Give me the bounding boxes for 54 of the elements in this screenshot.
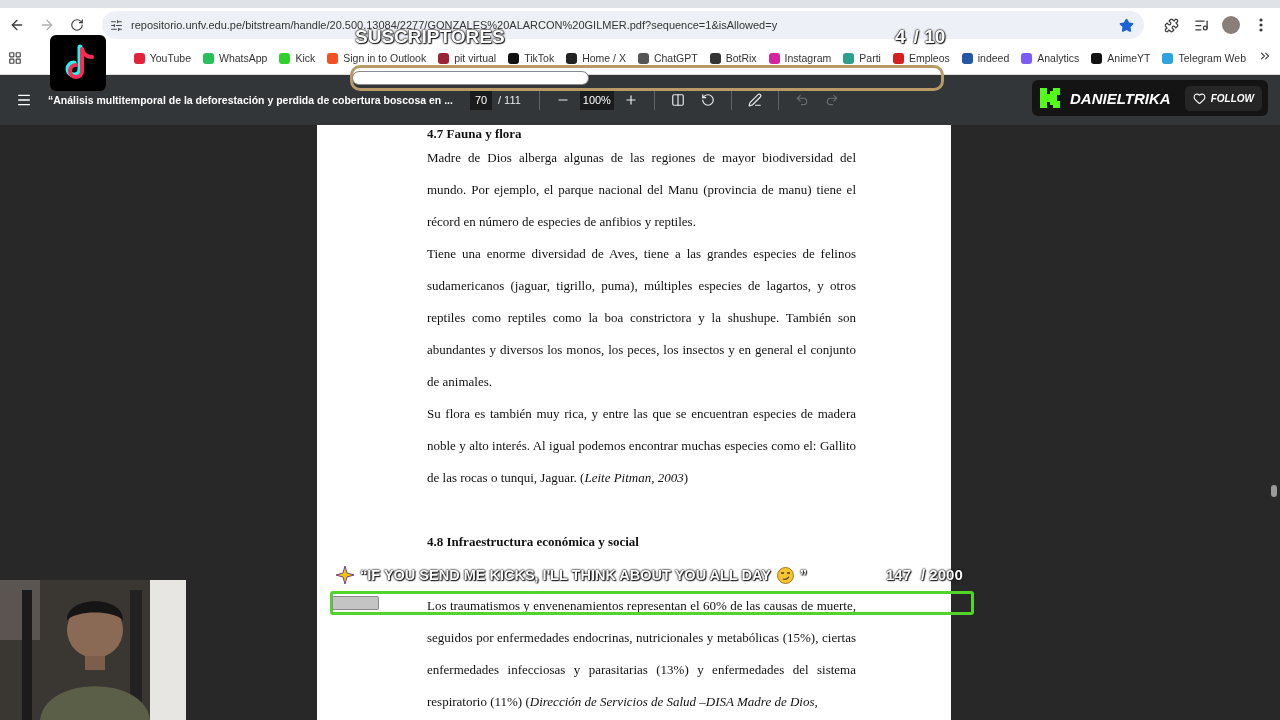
sparkle-icon bbox=[336, 566, 354, 584]
section-heading: 4.7 Fauna y flora bbox=[427, 125, 523, 142]
plus-icon bbox=[623, 93, 638, 107]
goal-message-quote: ” bbox=[799, 567, 808, 583]
follow-button[interactable]: FOLLOW bbox=[1184, 85, 1262, 111]
smirk-face-icon bbox=[776, 566, 794, 584]
music-list-icon bbox=[1193, 17, 1209, 33]
zoom-field[interactable]: 100% bbox=[579, 90, 614, 110]
puzzle-icon bbox=[1163, 17, 1179, 33]
section-heading: 4.8 Infraestructura económica y social bbox=[427, 533, 640, 551]
bookmark-link[interactable]: Kick bbox=[279, 52, 316, 64]
bookmark-link[interactable]: Home / X bbox=[566, 52, 626, 64]
undo-icon bbox=[794, 93, 809, 107]
site-settings-icon[interactable] bbox=[110, 18, 123, 32]
forward-arrow-icon bbox=[39, 17, 55, 33]
bookmark-link[interactable]: pit virtual bbox=[438, 52, 497, 64]
goal-message: “IF YOU SEND ME KICKS, I'LL THINK ABOUT YOU ALL DAY bbox=[360, 567, 771, 583]
scrollbar-thumb[interactable] bbox=[1271, 485, 1277, 497]
bookmark-link[interactable]: AnimeYT bbox=[1091, 52, 1151, 64]
pen-icon bbox=[747, 93, 762, 107]
bookmark-link[interactable]: indeed bbox=[961, 52, 1010, 64]
bookmark-link[interactable]: BotRix bbox=[709, 52, 757, 64]
bookmark-link[interactable]: Sign in to Outlook bbox=[327, 52, 427, 64]
url-text: repositorio.unfv.edu.pe/bitstream/handle/20.500.13084/2277/GONZALES%20ALARCON%20GILMER.pdf?sequence=1&isAllowed=y bbox=[131, 19, 779, 31]
tiktok-logo-icon bbox=[50, 35, 106, 91]
reload-icon bbox=[70, 18, 84, 32]
channel-name: DANIELTRIKA bbox=[1070, 89, 1172, 107]
bookmark-link[interactable]: Empleos bbox=[892, 52, 950, 64]
bookmark-link[interactable]: Instagram bbox=[768, 52, 832, 64]
bookmark-link[interactable]: ChatGPT bbox=[637, 52, 698, 64]
kick-logo-icon bbox=[1038, 86, 1062, 110]
apps-icon[interactable] bbox=[8, 51, 22, 65]
page-count: / 111 bbox=[498, 94, 521, 106]
goal-count: 147 bbox=[886, 566, 912, 583]
fit-page-icon bbox=[670, 93, 685, 107]
page-number-field[interactable]: 70 bbox=[470, 90, 492, 110]
paragraph: Su flora es también muy rica, y entre las que se encuentran especies de madera noble y alto interés. Al igual podemos encontrar muchas especies como el: Gallito de las rocas o tunqui, Jaguar. (Leite Pitman, 2003) bbox=[427, 405, 856, 487]
bookmark-link[interactable]: WhatsApp bbox=[203, 52, 268, 64]
rotate-icon bbox=[700, 93, 715, 107]
paragraph: Tiene una enorme diversidad de Aves, tiene a las grandes especies de felinos sudamericanos (jaguar, tigrillo, puma), múltiples especies de lagartos, y otros reptiles como reptiles como la boa constrictora y la shushupe. También son abundantes y diversos los monos, los peces, los insectos y en general el conjunto de animales. bbox=[427, 245, 856, 391]
bookmark-link[interactable]: TikTok bbox=[508, 52, 555, 64]
more-bookmarks-icon[interactable] bbox=[1258, 49, 1272, 63]
bookmark-link[interactable]: YouTube bbox=[133, 52, 191, 64]
redo-icon bbox=[824, 93, 839, 107]
kebab-icon bbox=[1259, 18, 1263, 32]
bookmark-star-icon[interactable] bbox=[1119, 17, 1134, 33]
bookmark-link[interactable]: Telegram Web bbox=[1162, 52, 1246, 64]
avatar-icon bbox=[1222, 16, 1240, 34]
menu-icon[interactable] bbox=[16, 92, 32, 108]
paragraph: Madre de Dios alberga algunas de las regiones de mayor biodiversidad del mundo. Por ejemplo, el parque nacional del Manu (provincia de manu) tiene el récord en número de especies de anfibios y reptiles. bbox=[427, 149, 856, 231]
bookmark-link[interactable]: Analytics bbox=[1021, 52, 1080, 64]
bookmark-link[interactable]: Parti bbox=[843, 52, 881, 64]
document-title: “Análisis multitemporal de la deforestación y perdida de cobertura boscosa en ... bbox=[48, 93, 454, 107]
heart-icon bbox=[1192, 91, 1206, 105]
